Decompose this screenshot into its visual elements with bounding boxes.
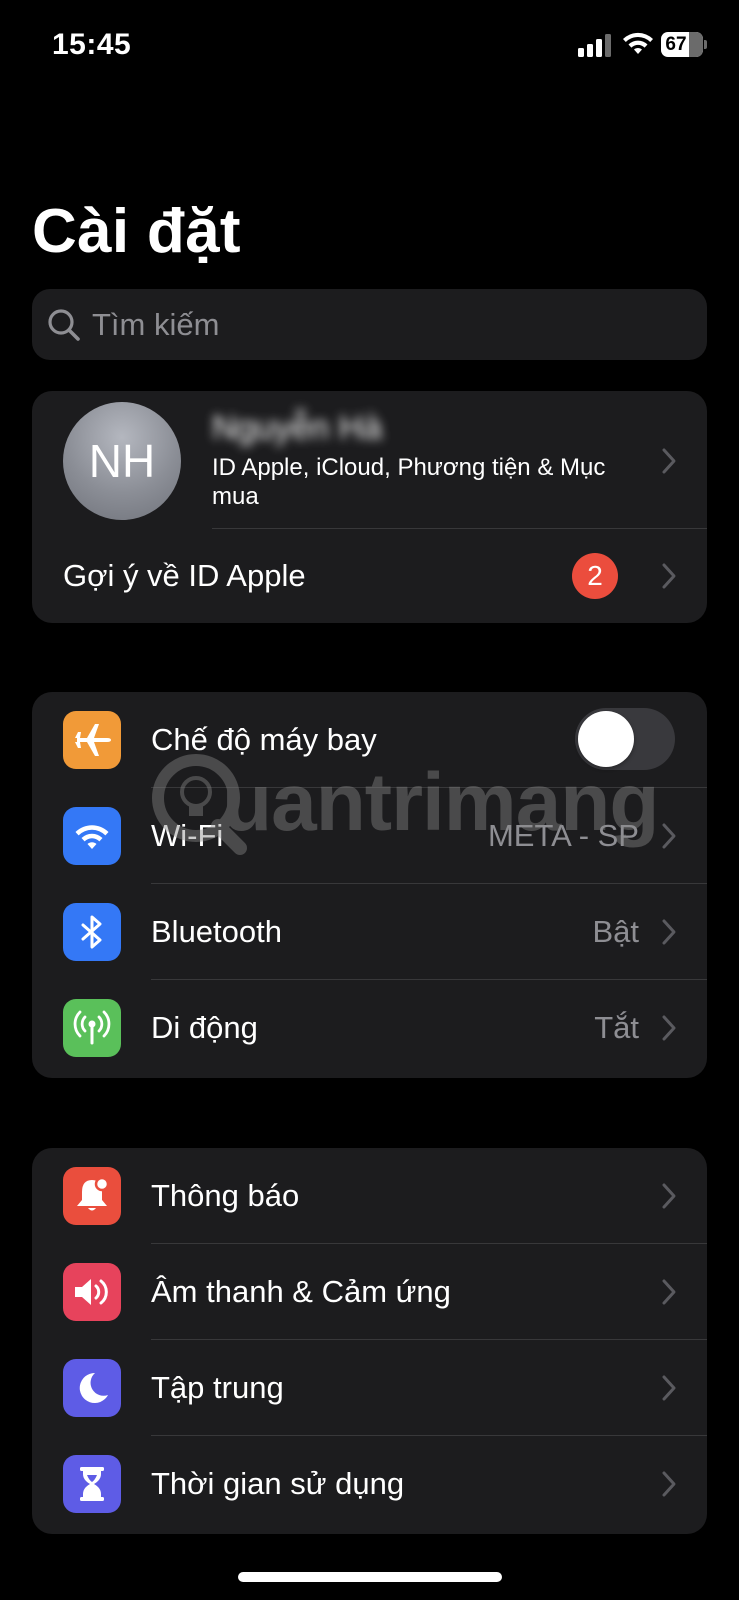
profile-subtitle: ID Apple, iCloud, Phương tiện & Mục mua [212, 454, 606, 510]
chevron-right-icon [662, 563, 676, 589]
search-bar[interactable] [32, 289, 707, 360]
chevron-right-icon [662, 1279, 676, 1305]
cellular-status-value: Tắt [594, 1010, 639, 1045]
screen-time-label: Thời gian sử dụng [151, 1466, 405, 1501]
wifi-row[interactable]: Wi-Fi META - SP [32, 788, 707, 884]
airplane-icon [63, 711, 121, 769]
home-indicator[interactable] [238, 1572, 502, 1582]
avatar: NH [63, 402, 181, 520]
wifi-label: Wi-Fi [151, 818, 224, 853]
bluetooth-status-value: Bật [592, 914, 639, 949]
cellular-label: Di động [151, 1010, 258, 1045]
cellular-antenna-icon [63, 999, 121, 1057]
page-title: Cài đặt [32, 197, 241, 266]
battery-level: 67 [665, 34, 687, 55]
notifications-label: Thông báo [151, 1178, 300, 1213]
screen-time-row[interactable]: Thời gian sử dụng [32, 1436, 707, 1532]
chevron-right-icon [662, 1015, 676, 1041]
airplane-mode-label: Chế độ máy bay [151, 722, 377, 757]
settings-screen: 15:45 67 Cài đặt Tìm kiếm NH Nguyễn Hà I… [0, 0, 739, 1600]
bluetooth-label: Bluetooth [151, 914, 282, 949]
hourglass-icon [63, 1455, 121, 1513]
airplane-mode-toggle[interactable] [575, 708, 675, 770]
avatar-initials: NH [88, 435, 156, 487]
speaker-icon [63, 1263, 121, 1321]
search-icon [48, 309, 80, 341]
wifi-icon [622, 30, 654, 56]
chevron-right-icon [662, 919, 676, 945]
bluetooth-row[interactable]: Bluetooth Bật [32, 884, 707, 980]
status-time: 15:45 [52, 28, 132, 61]
notifications-group: Thông báo Âm thanh & Cảm ứng Tập trung T… [32, 1148, 707, 1534]
cellular-row[interactable]: Di động Tắt [32, 980, 707, 1076]
apple-id-suggestions-label: Gợi ý về ID Apple [63, 558, 306, 593]
focus-row[interactable]: Tập trung [32, 1340, 707, 1436]
notifications-row[interactable]: Thông báo [32, 1148, 707, 1244]
focus-label: Tập trung [151, 1370, 284, 1405]
airplane-mode-row: Chế độ máy bay [32, 692, 707, 788]
battery-icon: 67 [661, 32, 707, 57]
sounds-haptics-row[interactable]: Âm thanh & Cảm ứng [32, 1244, 707, 1340]
status-bar: 15:45 67 [0, 0, 739, 92]
chevron-right-icon [662, 1375, 676, 1401]
chevron-right-icon [662, 448, 676, 474]
notification-badge: 2 [572, 553, 618, 599]
cellular-signal-icon [578, 33, 614, 57]
chevron-right-icon [662, 823, 676, 849]
bell-icon [63, 1167, 121, 1225]
connectivity-group: Chế độ máy bay Wi-Fi META - SP Bluetooth… [32, 692, 707, 1078]
wifi-network-value: META - SP [487, 818, 639, 853]
moon-icon [63, 1359, 121, 1417]
wifi-icon [63, 807, 121, 865]
apple-id-suggestions-row[interactable]: Gợi ý về ID Apple 2 [32, 529, 707, 623]
chevron-right-icon [662, 1183, 676, 1209]
toggle-knob [578, 711, 634, 767]
profile-row[interactable]: NH Nguyễn Hà ID Apple, iCloud, Phương ti… [32, 391, 707, 531]
sounds-haptics-label: Âm thanh & Cảm ứng [151, 1274, 451, 1309]
search-input[interactable] [92, 289, 692, 360]
profile-name: Nguyễn Hà [212, 409, 383, 447]
bluetooth-icon [63, 903, 121, 961]
chevron-right-icon [662, 1471, 676, 1497]
profile-group: NH Nguyễn Hà ID Apple, iCloud, Phương ti… [32, 391, 707, 623]
